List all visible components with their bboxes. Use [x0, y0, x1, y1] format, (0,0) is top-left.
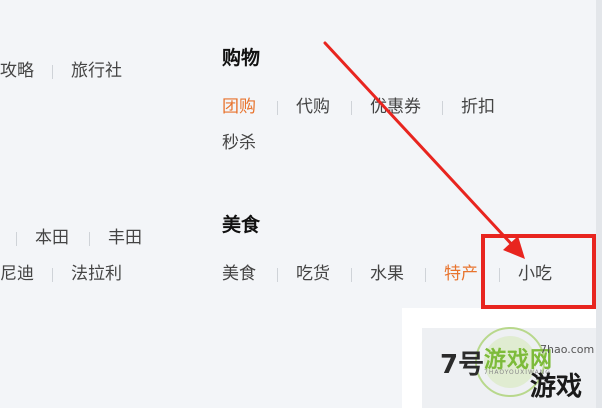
link-foodie[interactable]: 吃货	[296, 264, 330, 284]
separator	[442, 101, 443, 115]
separator	[52, 65, 53, 79]
separator	[351, 101, 352, 115]
separator	[277, 101, 278, 115]
link-specialty[interactable]: 特产	[444, 264, 478, 284]
separator	[16, 232, 17, 246]
link-fruit[interactable]: 水果	[370, 264, 404, 284]
section-title-food: 美食	[222, 214, 261, 236]
link-honda[interactable]: 本田	[35, 228, 69, 248]
link-group-buy[interactable]: 团购	[222, 97, 256, 117]
section-title-shopping: 购物	[222, 47, 261, 69]
separator	[277, 268, 278, 282]
link-flash-sale[interactable]: 秒杀	[222, 133, 256, 153]
right-border	[596, 0, 602, 408]
link-daigou[interactable]: 代购	[296, 97, 330, 117]
link-lamborghini-partial[interactable]: 尼迪	[0, 264, 34, 284]
link-gonglue[interactable]: 攻略	[0, 61, 34, 81]
link-food[interactable]: 美食	[222, 264, 256, 284]
separator	[52, 268, 53, 282]
separator	[425, 268, 426, 282]
link-toyota[interactable]: 丰田	[108, 228, 142, 248]
watermark-url: 7hao.com	[540, 343, 595, 356]
watermark-brand-bottom: 游戏	[530, 372, 583, 402]
separator	[351, 268, 352, 282]
link-coupon[interactable]: 优惠券	[370, 97, 421, 117]
link-travel-agency[interactable]: 旅行社	[71, 61, 122, 81]
watermark-number: 7号	[440, 350, 485, 380]
separator	[89, 232, 90, 246]
red-arrow-icon	[323, 41, 525, 259]
link-discount[interactable]: 折扣	[461, 97, 495, 117]
link-ferrari[interactable]: 法拉利	[71, 264, 122, 284]
link-snacks[interactable]: 小吃	[518, 264, 552, 284]
separator	[499, 268, 500, 282]
